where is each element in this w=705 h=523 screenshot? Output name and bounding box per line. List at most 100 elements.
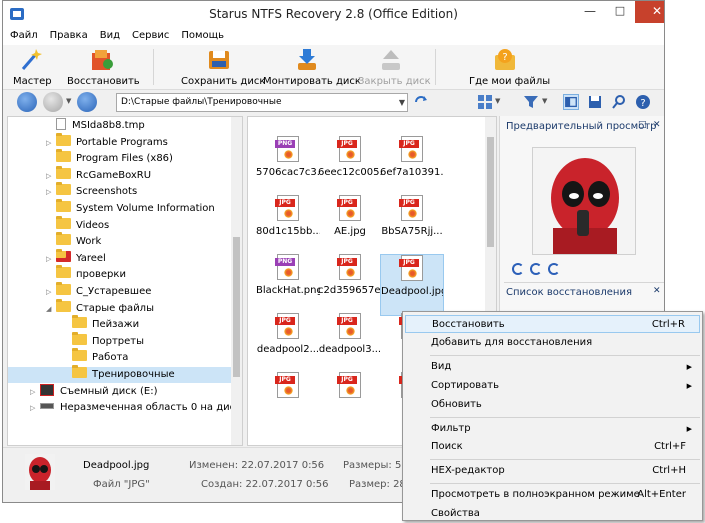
close-disk-button[interactable]: Закрыть диск [358,47,431,87]
tree-item[interactable]: проверки [8,265,232,283]
chevron-right-icon[interactable]: ▷ [46,284,56,300]
file-item[interactable]: JPG deadpool2... [256,313,320,375]
view-dropdown-icon[interactable]: ▼ [495,97,500,105]
tree-item[interactable]: Тренировочные [8,365,232,383]
tree-item[interactable]: ▷ Portable Programs [8,132,232,151]
folder-icon [56,298,71,312]
file-name: Deadpool.jpg [381,286,444,297]
file-type-badge: JPG [337,317,357,325]
context-menu-item[interactable]: Свойства [405,505,700,523]
tree-item-label: проверки [76,269,126,281]
tree-item[interactable]: Портреты [8,331,232,350]
folder-icon [56,182,71,196]
search-icon[interactable] [611,94,627,110]
path-field[interactable]: D:\Старые файлы\Тренировочные ▼ [116,93,408,112]
tree-item[interactable]: Work [8,232,232,250]
file-item[interactable]: JPG [256,372,320,434]
refresh-icon[interactable] [413,94,429,110]
context-menu-item[interactable]: Фильтр ▶ [405,420,700,438]
restore-toolbar-button[interactable]: Восстановить [67,47,140,87]
file-name: BbSA75Rjj... [381,226,443,237]
filter-icon[interactable] [523,94,539,110]
file-item[interactable]: JPG 80d1c15bb... [256,195,320,257]
tree-item[interactable]: Работа [8,348,232,366]
tree-item[interactable]: ▷ RcGameBoxRU [8,165,232,184]
tree-item[interactable]: ▷ Yareel [8,248,232,267]
context-menu-item[interactable]: Вид ▶ [405,358,700,376]
chevron-right-icon[interactable]: ▷ [30,400,40,416]
context-menu-item[interactable]: HEX-редактор Ctrl+H [405,462,700,480]
tree-item[interactable]: ▷ С_Устаревшее [8,282,232,300]
tree-item[interactable]: ◢ Старые файлы [8,298,232,317]
folder-icon [72,331,87,345]
help-icon[interactable]: ? [635,94,651,110]
context-menu-item[interactable]: Просмотреть в полноэкранном режиме Alt+En… [405,486,700,504]
context-menu-item[interactable]: Добавить для восстановления [405,334,700,352]
maximize-button[interactable]: □ [605,1,635,23]
context-menu-item[interactable]: Сортировать ▶ [405,377,700,395]
tree-item[interactable]: ▷ Неразмеченная область 0 на диске 1 [8,400,242,416]
toolbar-separator [435,49,436,85]
file-item[interactable]: PNG BlackHat.png [256,254,320,316]
rotate-left-icon[interactable] [512,263,524,275]
context-menu-item[interactable]: Поиск Ctrl+F [405,438,700,456]
up-folder-button[interactable] [77,92,97,112]
file-item[interactable]: JPG [318,372,382,434]
chevron-right-icon[interactable]: ▷ [30,384,40,400]
chevron-right-icon[interactable]: ▷ [46,184,56,200]
chevron-right-icon[interactable]: ▷ [46,251,56,267]
save-disk-button[interactable]: Сохранить диск [181,47,265,87]
mount-disk-button[interactable]: Монтировать диск [263,47,361,87]
menu-edit[interactable]: Правка [43,27,93,41]
file-item[interactable]: JPG BbSA75Rjj... [380,195,444,257]
wizard-button[interactable]: Мастер [13,47,52,87]
file-item[interactable]: JPG 6eec12c005... [318,136,382,198]
float-panel-icon[interactable]: □ [638,120,647,130]
menu-service[interactable]: Сервис [125,27,174,41]
history-dropdown-icon[interactable]: ▼ [66,97,71,105]
tree-item-label: Работа [92,352,129,364]
where-my-files-button[interactable]: ? Где мои файлы [469,47,550,87]
rotate-reset-icon[interactable] [530,263,542,275]
filter-dropdown-icon[interactable]: ▼ [542,97,547,105]
panel-toggle-icon[interactable] [563,94,579,110]
file-item[interactable]: JPG c2d359657e... [318,254,382,316]
back-button[interactable] [17,92,37,112]
tree-item[interactable]: MSIda8b8.tmp [8,118,232,134]
view-mode-icon[interactable] [477,94,493,110]
context-menu-item[interactable]: Восстановить Ctrl+R [405,315,700,333]
tree-item[interactable]: ▷ Съемный диск (E:) [8,383,232,400]
file-item[interactable]: PNG 5706cac7c3... [256,136,320,198]
jpg-file-icon: JPG [399,136,423,162]
chevron-down-icon[interactable]: ◢ [46,301,56,317]
folder-icon [56,149,71,163]
tree-item[interactable]: Пейзажи [8,315,232,333]
tree-item[interactable]: System Volume Information [8,199,232,217]
file-item[interactable]: JPG deadpool3... [318,313,382,375]
chevron-down-icon[interactable]: ▼ [399,94,405,111]
tree-item[interactable]: ▷ Screenshots [8,182,232,200]
tree-scrollbar[interactable] [231,117,242,445]
menu-help[interactable]: Помощь [174,27,229,41]
tree-item[interactable]: Videos [8,215,232,234]
folder-icon [56,282,71,295]
file-item[interactable]: JPG Deadpool.jpg [380,254,444,316]
chevron-right-icon[interactable]: ▷ [46,168,56,184]
minimize-button[interactable]: — [575,1,605,23]
shortcut-label: Alt+Enter [637,489,686,501]
image-glyph-icon [284,386,293,395]
rotate-right-icon[interactable] [548,263,560,275]
tree-item[interactable]: Program Files (x86) [8,149,232,167]
file-item[interactable]: JPG AE.jpg [318,195,382,257]
file-item[interactable]: JPG 6ef7a10391... [380,136,444,198]
save-icon[interactable] [587,94,603,110]
menu-file[interactable]: Файл [3,27,43,41]
status-thumbnail [25,454,55,490]
context-menu-item[interactable]: Обновить [405,396,700,414]
close-panel-icon[interactable]: ✕ [653,120,661,130]
close-restore-list-icon[interactable]: ✕ [653,286,661,296]
close-button[interactable]: ✕ [635,1,664,23]
chevron-right-icon[interactable]: ▷ [46,135,56,151]
menu-view[interactable]: Вид [93,27,125,41]
forward-button[interactable] [43,92,63,112]
